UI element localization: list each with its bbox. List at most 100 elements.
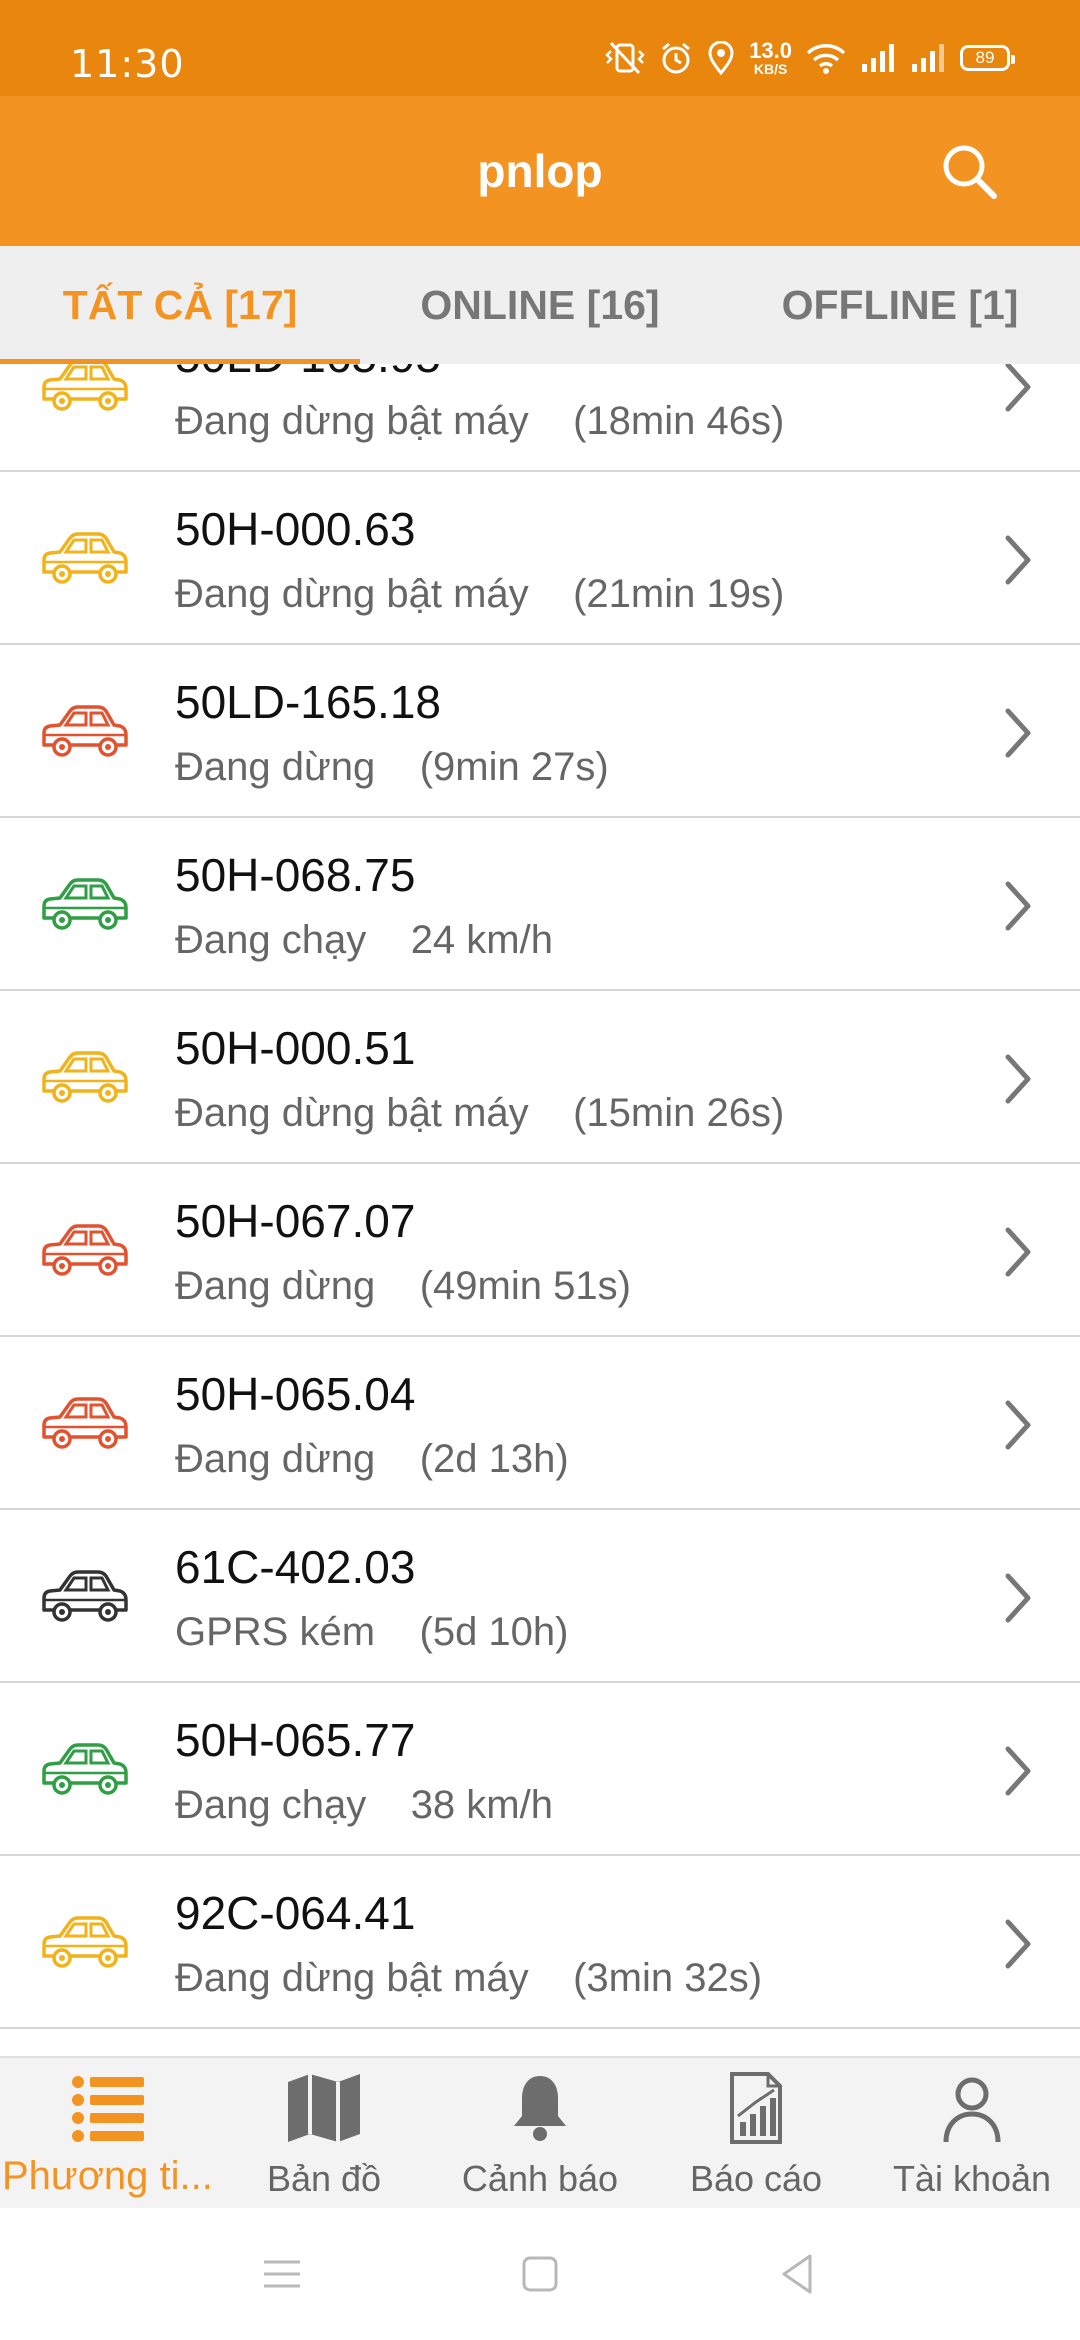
vehicle-plate: 50H-067.07 xyxy=(175,1195,416,1247)
app-title: pnlop xyxy=(477,145,603,197)
vehicle-detail: (18min 46s) xyxy=(573,399,785,443)
vehicle-status: Đang dừng (49min 51s) xyxy=(175,1264,631,1309)
search-button[interactable] xyxy=(940,142,1000,202)
nav-account[interactable]: Tài khoản xyxy=(864,2058,1080,2208)
tab-offline[interactable]: OFFLINE [1] xyxy=(720,246,1080,364)
vehicle-row[interactable]: 50H-068.75 Đang chạy 24 km/h xyxy=(0,818,1080,991)
car-icon xyxy=(42,532,128,584)
vehicle-detail: (5d 10h) xyxy=(419,1610,569,1654)
vehicle-state: Đang chạy xyxy=(175,918,367,962)
vehicle-state: Đang dừng bật máy xyxy=(175,399,529,443)
status-icons: 13.0 KB/S 89 xyxy=(605,38,1015,78)
vehicle-plate: 50H-065.04 xyxy=(175,1368,416,1420)
vehicle-plate: 50H-000.51 xyxy=(175,1022,416,1074)
chevron-right-icon xyxy=(1005,1054,1031,1104)
vehicle-state: Đang chạy xyxy=(175,1783,367,1827)
search-icon xyxy=(943,145,997,199)
car-icon xyxy=(42,1916,128,1968)
vehicle-plate: 50H-065.77 xyxy=(175,1714,416,1766)
bell-icon xyxy=(514,2076,566,2141)
vehicle-status: Đang dừng bật máy (15min 26s) xyxy=(175,1091,784,1136)
vehicle-status: Đang dừng (9min 27s) xyxy=(175,745,609,790)
chevron-right-icon xyxy=(1005,364,1031,412)
bottom-nav: Phương ti... Bản đồ Cảnh báo Báo cáo Tài… xyxy=(0,2056,1080,2208)
vehicle-plate: 61C-402.03 xyxy=(175,1541,416,1593)
vehicle-row[interactable]: 50LD-165.18 Đang dừng (9min 27s) xyxy=(0,645,1080,818)
vehicle-status: Đang chạy 24 km/h xyxy=(175,918,553,963)
nav-reports[interactable]: Báo cáo xyxy=(648,2058,864,2208)
nav-alerts[interactable]: Cảnh báo xyxy=(432,2058,648,2208)
vibrate-icon xyxy=(605,41,645,75)
vehicle-plate: 50LD-165.18 xyxy=(175,676,441,728)
back-icon[interactable] xyxy=(774,2250,822,2298)
car-icon xyxy=(42,364,128,411)
list-icon xyxy=(72,2076,144,2142)
vehicle-row[interactable]: 50H-000.63 Đang dừng bật máy (21min 19s) xyxy=(0,472,1080,645)
chevron-right-icon xyxy=(1005,708,1031,758)
vehicle-status: Đang dừng bật máy (21min 19s) xyxy=(175,572,784,617)
chevron-right-icon xyxy=(1005,1573,1031,1623)
map-icon xyxy=(288,2074,360,2142)
nav-map-label: Bản đồ xyxy=(266,2158,382,2199)
vehicle-list[interactable]: 50LD-165.95 Đang dừng bật máy (18min 46s)… xyxy=(0,364,1080,2056)
status-bar: 11:30 13.0 KB/S 89 xyxy=(0,0,1080,96)
screen: 11:30 13.0 KB/S 89 pnlop TẤT CẢ [17] ONL… xyxy=(0,0,1080,2340)
chevron-right-icon xyxy=(1005,535,1031,585)
vehicle-status: Đang dừng (2d 13h) xyxy=(175,1437,569,1482)
network-speed: 13.0 KB/S xyxy=(749,38,792,77)
chevron-right-icon xyxy=(1005,1400,1031,1450)
car-icon xyxy=(42,1570,128,1622)
alarm-icon xyxy=(662,42,691,74)
vehicle-status: Đang dừng bật máy (18min 46s) xyxy=(175,399,784,444)
vehicle-row[interactable]: 50H-000.51 Đang dừng bật máy (15min 26s) xyxy=(0,991,1080,1164)
vehicle-row[interactable]: 50LD-165.95 Đang dừng bật máy (18min 46s) xyxy=(0,364,1080,472)
vehicle-row[interactable]: 92C-064.41 Đang dừng bật máy (3min 32s) xyxy=(0,1856,1080,2029)
car-icon xyxy=(42,878,128,930)
nav-vehicles[interactable]: Phương ti... xyxy=(0,2058,216,2208)
wifi-icon xyxy=(806,44,846,74)
chevron-right-icon xyxy=(1005,1919,1031,1969)
vehicle-row[interactable]: 50H-067.07 Đang dừng (49min 51s) xyxy=(0,1164,1080,1337)
vehicle-status: GPRS kém (5d 10h) xyxy=(175,1610,568,1655)
vehicle-state: Đang dừng xyxy=(175,745,376,789)
nav-map[interactable]: Bản đồ xyxy=(216,2058,432,2208)
vehicle-detail: 24 km/h xyxy=(410,918,553,962)
vehicle-row[interactable]: 50H-065.77 Đang chạy 38 km/h xyxy=(0,1683,1080,1856)
battery-level: 89 xyxy=(975,48,995,67)
vehicle-detail: 38 km/h xyxy=(410,1783,553,1827)
tab-online[interactable]: ONLINE [16] xyxy=(360,246,720,364)
signal-icon-2 xyxy=(912,44,944,72)
nav-alerts-label: Cảnh báo xyxy=(461,2158,619,2199)
network-speed-value: 13.0 xyxy=(749,38,792,63)
car-icon xyxy=(42,705,128,757)
vehicle-detail: (15min 26s) xyxy=(573,1091,785,1135)
nav-reports-label: Báo cáo xyxy=(689,2158,823,2199)
home-icon[interactable] xyxy=(516,2250,564,2298)
vehicle-state: Đang dừng bật máy xyxy=(175,572,529,616)
vehicle-detail: (9min 27s) xyxy=(419,745,609,789)
car-icon xyxy=(42,1051,128,1103)
nav-vehicles-label: Phương ti... xyxy=(2,2154,213,2198)
location-icon xyxy=(708,41,734,75)
vehicle-state: Đang dừng xyxy=(175,1437,376,1481)
tab-bar: TẤT CẢ [17] ONLINE [16] OFFLINE [1] xyxy=(0,246,1080,364)
chevron-right-icon xyxy=(1005,881,1031,931)
vehicle-row[interactable]: 61C-402.03 GPRS kém (5d 10h) xyxy=(0,1510,1080,1683)
vehicle-row[interactable]: 50H-065.04 Đang dừng (2d 13h) xyxy=(0,1337,1080,1510)
car-icon xyxy=(42,1224,128,1276)
report-icon xyxy=(730,2072,782,2144)
status-time: 11:30 xyxy=(70,42,185,86)
system-nav-bar xyxy=(0,2208,1080,2340)
vehicle-state: Đang dừng xyxy=(175,1264,376,1308)
car-icon xyxy=(42,1397,128,1449)
battery-icon: 89 xyxy=(960,45,1015,71)
menu-icon[interactable] xyxy=(258,2250,306,2298)
vehicle-status: Đang dừng bật máy (3min 32s) xyxy=(175,1956,762,2001)
chevron-right-icon xyxy=(1005,1746,1031,1796)
network-speed-unit: KB/S xyxy=(753,61,788,77)
app-bar: pnlop xyxy=(0,96,1080,246)
tab-all[interactable]: TẤT CẢ [17] xyxy=(0,246,360,364)
vehicle-list-content: 50LD-165.95 Đang dừng bật máy (18min 46s)… xyxy=(0,364,1080,2029)
vehicle-detail: (2d 13h) xyxy=(419,1437,569,1481)
nav-account-label: Tài khoản xyxy=(892,2158,1052,2199)
